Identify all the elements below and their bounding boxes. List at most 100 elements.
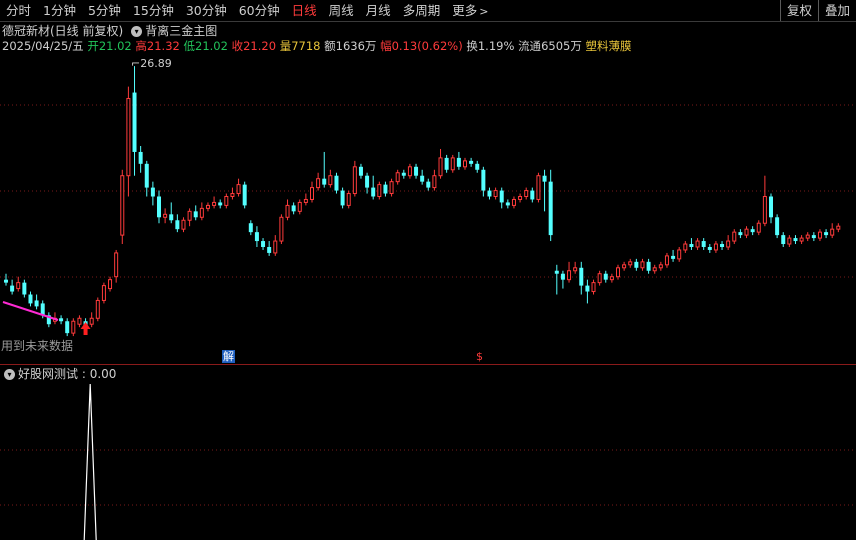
candle-body (591, 282, 596, 293)
candle-body (573, 267, 578, 272)
candle-body (762, 196, 767, 224)
candle-body (554, 270, 559, 274)
candle-body (22, 282, 27, 295)
indicator-spike (83, 383, 97, 540)
candle-body (114, 252, 119, 278)
candle-body (169, 214, 174, 221)
candle-body (120, 175, 125, 236)
candle-body (126, 97, 131, 177)
candle-body (310, 187, 314, 200)
candle-body (401, 172, 406, 176)
candle-body (316, 178, 321, 189)
candle-body (438, 157, 443, 177)
candle-body (793, 238, 798, 242)
candle-body (787, 237, 792, 245)
candle-body (609, 276, 614, 281)
candle-body (377, 184, 382, 197)
candle-body (407, 166, 412, 177)
candle-body (548, 181, 553, 236)
candle-body (34, 300, 39, 307)
candle-body (28, 294, 33, 304)
candle-body (658, 264, 663, 269)
candle-body (334, 175, 339, 191)
unlock-badge[interactable]: 解 (222, 350, 235, 363)
candle-body (163, 213, 168, 218)
candle-body (236, 184, 241, 195)
candle-body (805, 234, 810, 239)
candle-body (71, 320, 76, 334)
candle-body (181, 219, 186, 230)
candle-body (695, 240, 700, 248)
candle-body (811, 235, 816, 239)
candle-body (830, 228, 835, 236)
candle-body (738, 232, 743, 236)
candle-body (518, 196, 523, 200)
candle-body (389, 181, 394, 195)
candle-body (352, 166, 357, 195)
candle-body (59, 318, 64, 322)
candle-body (597, 273, 602, 284)
candle-body (536, 175, 541, 200)
candle-body (365, 175, 370, 188)
candle-body (505, 202, 510, 206)
candle-body (542, 175, 547, 182)
candle-body (775, 217, 780, 236)
candle-body (157, 196, 161, 218)
candle-body (713, 243, 718, 251)
candle-body (212, 201, 217, 206)
candle-body (346, 193, 351, 206)
candle-body (248, 223, 253, 233)
candle-body (175, 220, 180, 230)
candle-body (132, 92, 137, 152)
candle-body (383, 184, 388, 194)
candle-body (242, 184, 247, 206)
candle-body (371, 187, 376, 197)
candle-body (10, 285, 15, 292)
candle-body (475, 163, 480, 170)
candle-body (701, 241, 706, 247)
candle-body (683, 243, 688, 251)
candle-body (285, 204, 290, 218)
candle-body (836, 225, 841, 230)
candle-body (199, 207, 204, 218)
indicator-dropdown-icon[interactable]: ▾ (4, 369, 15, 380)
candle-body (65, 321, 70, 334)
candle-body (291, 205, 296, 212)
candle-body (16, 282, 21, 290)
candle-body (756, 222, 761, 233)
candle-body (426, 181, 431, 188)
dollar-marker-icon: $ (476, 350, 483, 363)
candle-body (89, 317, 94, 325)
candle-body (726, 240, 731, 248)
candle-body (640, 261, 645, 269)
candle-body (108, 279, 113, 290)
candle-body (205, 204, 210, 209)
candle-body (707, 246, 712, 250)
candle-body (628, 261, 633, 266)
candle-body (530, 190, 535, 200)
candle-body (524, 190, 529, 197)
candle-body (616, 267, 620, 278)
candle-body (567, 270, 572, 281)
candle-body (150, 187, 155, 197)
candle-body (322, 178, 327, 185)
candle-body (769, 196, 773, 218)
candle-body (664, 255, 669, 266)
kline-chart[interactable] (0, 0, 856, 540)
indicator-sep: : (78, 367, 90, 381)
candle-body (671, 255, 676, 259)
candle-body (622, 264, 627, 269)
indicator-name[interactable]: 好股网测试 (18, 367, 78, 381)
candle-body (463, 160, 467, 168)
candle-body (817, 231, 822, 239)
candle-body (634, 261, 639, 268)
candle-body (585, 285, 590, 292)
candle-body (732, 231, 737, 242)
candle-body (579, 267, 584, 286)
candle-body (481, 169, 486, 191)
candle-body (358, 166, 363, 176)
candle-body (144, 163, 149, 188)
candle-body (230, 193, 235, 197)
candle-body (444, 157, 449, 170)
candle-body (499, 190, 504, 203)
